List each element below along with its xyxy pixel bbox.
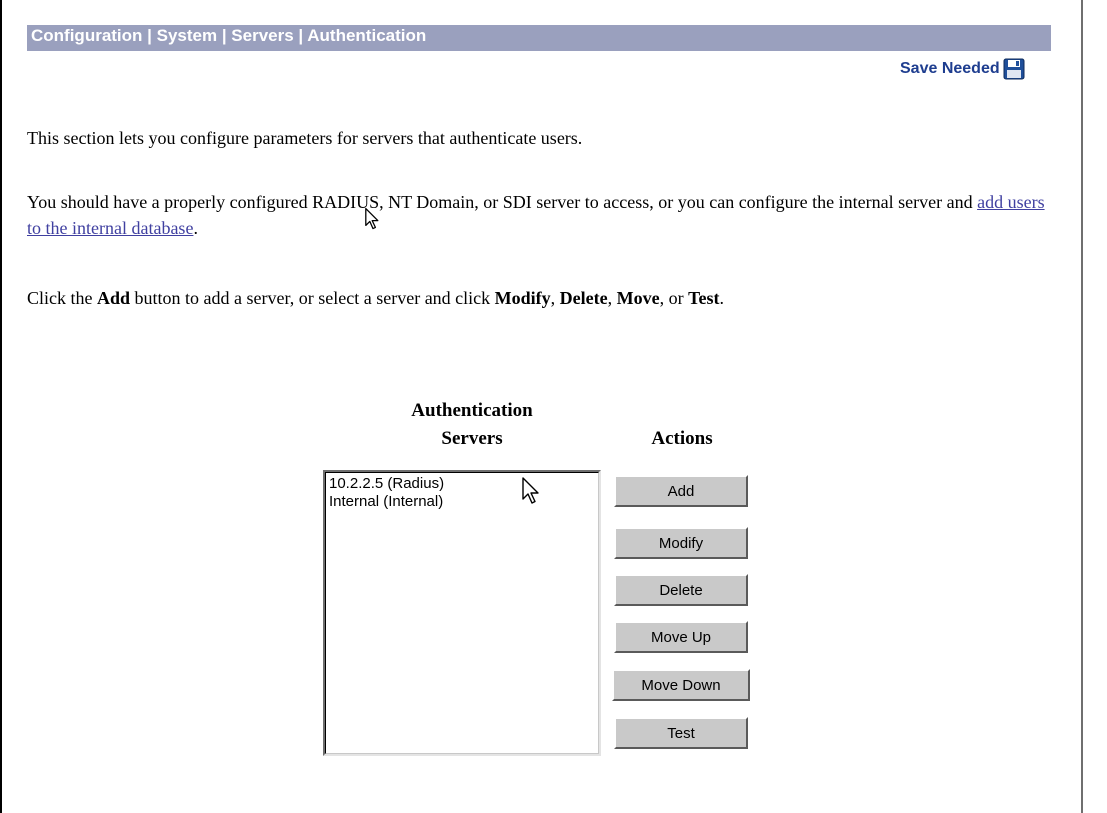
authentication-servers-listbox[interactable]: 10.2.2.5 (Radius) Internal (Internal)	[323, 470, 601, 756]
instruction-text: ,	[607, 288, 617, 308]
server-option-internal[interactable]: Internal (Internal)	[329, 493, 595, 511]
breadcrumb-bar: Configuration | System | Servers | Authe…	[27, 25, 1051, 51]
save-needed-link[interactable]: Save Needed	[900, 58, 1025, 80]
intro-text-2: You should have a properly configured RA…	[27, 192, 978, 212]
instruction-text: , or	[659, 288, 689, 308]
add-button[interactable]: Add	[614, 475, 748, 507]
instruction-move: Move	[616, 288, 660, 308]
intro-text-2-end: .	[193, 218, 198, 238]
move-down-button[interactable]: Move Down	[612, 669, 750, 701]
intro-paragraph-1: This section lets you configure paramete…	[27, 125, 582, 151]
actions-column-header: Actions	[612, 425, 752, 453]
instruction-text: button to add a server, or select a serv…	[130, 288, 495, 308]
actions-header-label: Actions	[651, 428, 713, 449]
floppy-disk-icon	[1003, 58, 1025, 80]
servers-column-header: Authentication Servers	[372, 397, 572, 453]
right-frame-border	[1081, 0, 1083, 813]
servers-header-line-1: Authentication	[411, 400, 533, 421]
test-button[interactable]: Test	[614, 717, 748, 749]
instruction-delete: Delete	[559, 288, 608, 308]
page: Configuration | System | Servers | Authe…	[0, 0, 1107, 813]
server-option-radius[interactable]: 10.2.2.5 (Radius)	[329, 475, 595, 493]
instruction-test: Test	[688, 288, 720, 308]
instruction-add: Add	[97, 288, 131, 308]
servers-header-line-2: Servers	[441, 428, 503, 449]
delete-button[interactable]: Delete	[614, 574, 748, 606]
save-needed-label: Save Needed	[900, 60, 1000, 77]
instruction-text: ,	[550, 288, 560, 308]
intro-text-1: This section lets you configure paramete…	[27, 128, 583, 148]
listbox-content: 10.2.2.5 (Radius) Internal (Internal)	[325, 472, 599, 754]
breadcrumb: Configuration | System | Servers | Authe…	[31, 26, 427, 45]
instruction-text: .	[719, 288, 724, 308]
instruction-text: Click the	[27, 288, 97, 308]
left-frame-border	[0, 0, 2, 813]
modify-button[interactable]: Modify	[614, 527, 748, 559]
intro-paragraph-2: You should have a properly configured RA…	[27, 189, 1047, 241]
intro-paragraph-3: Click the Add button to add a server, or…	[27, 285, 1047, 311]
instruction-modify: Modify	[494, 288, 551, 308]
move-up-button[interactable]: Move Up	[614, 621, 748, 653]
